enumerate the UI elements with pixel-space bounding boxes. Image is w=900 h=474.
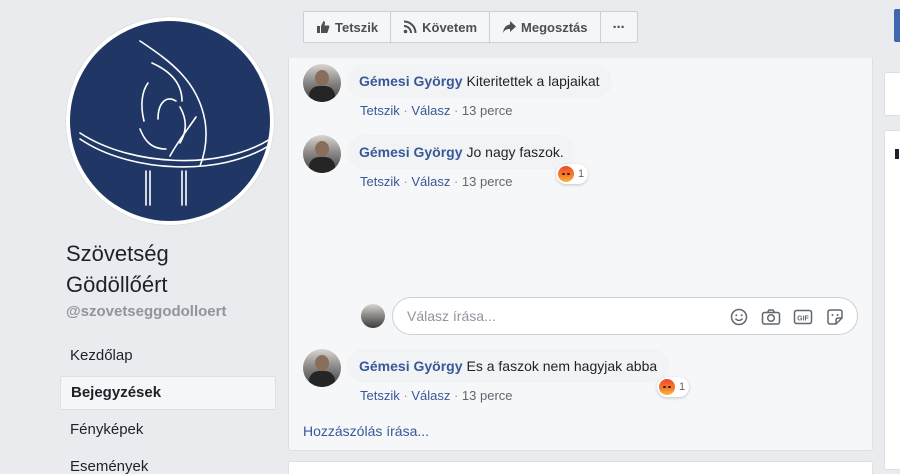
- nav-item-posts[interactable]: Bejegyzések: [60, 376, 276, 410]
- comment-timestamp[interactable]: 13 perce: [462, 388, 513, 403]
- comment-meta: Tetszik · Válasz · 13 perce: [360, 174, 513, 189]
- comment-reply-link[interactable]: Válasz: [411, 388, 450, 403]
- reply-placeholder: Válasz írása...: [407, 308, 496, 324]
- avatar: [361, 304, 385, 328]
- separator: ·: [453, 388, 462, 403]
- reaction-summary[interactable]: 1: [556, 164, 589, 184]
- svg-text:GIF: GIF: [797, 315, 809, 322]
- page-action-bar: Tetszik Követem Megosztás ···: [303, 11, 638, 43]
- comment-like-link[interactable]: Tetszik: [360, 174, 400, 189]
- comment-reply-link[interactable]: Válasz: [411, 103, 450, 118]
- comment-meta: Tetszik · Válasz · 13 perce: [360, 388, 513, 403]
- page-title-line-2: Gödöllőért: [66, 272, 168, 297]
- rss-icon: [403, 20, 417, 34]
- comment-like-link[interactable]: Tetszik: [360, 388, 400, 403]
- share-arrow-icon: [503, 21, 517, 33]
- comment-bubble: Gémesi György Jo nagy faszok.: [347, 135, 576, 169]
- comment-bubble: Gémesi György Es a faszok nem hagyjak abb…: [347, 349, 670, 383]
- reaction-summary[interactable]: 1: [657, 377, 690, 397]
- page-profile-picture[interactable]: [66, 17, 274, 225]
- reply-tools: GIF: [717, 307, 845, 327]
- right-column-info-card: [884, 130, 900, 470]
- next-post-card: [288, 461, 873, 474]
- nav-item-photos[interactable]: Fényképek: [60, 413, 276, 447]
- comment-text: Kiteritettek a lapjaikat: [466, 73, 600, 89]
- angry-reaction-icon: [558, 166, 574, 182]
- gif-icon[interactable]: GIF: [793, 307, 813, 327]
- comment-author[interactable]: Gémesi György: [359, 144, 463, 160]
- avatar[interactable]: [303, 349, 341, 387]
- reply-input[interactable]: Válasz írása... GIF: [392, 297, 858, 335]
- emoji-icon[interactable]: [729, 307, 749, 327]
- comment-meta: Tetszik · Válasz · 13 perce: [360, 103, 513, 118]
- comment-text: Jo nagy faszok.: [466, 144, 564, 160]
- card-heading-fragment: [895, 149, 899, 159]
- primary-action-button-edge[interactable]: [894, 9, 900, 42]
- follow-label: Követem: [422, 19, 478, 35]
- share-label: Megosztás: [521, 19, 588, 35]
- comment-author[interactable]: Gémesi György: [359, 358, 463, 374]
- follow-button[interactable]: Követem: [391, 12, 491, 42]
- comment-timestamp[interactable]: 13 perce: [462, 103, 513, 118]
- page-handle[interactable]: @szovetseggodolloert: [66, 303, 226, 320]
- logo-image: [70, 21, 270, 221]
- nav-item-home[interactable]: Kezdőlap: [60, 339, 276, 373]
- write-comment-link[interactable]: Hozzászólás írása...: [303, 423, 429, 439]
- share-button[interactable]: Megosztás: [490, 12, 601, 42]
- thumbs-up-icon: [317, 21, 330, 33]
- separator: ·: [453, 103, 462, 118]
- comment-reply-link[interactable]: Válasz: [411, 174, 450, 189]
- avatar[interactable]: [303, 135, 341, 173]
- more-options-button[interactable]: ···: [601, 12, 637, 42]
- reaction-count: 1: [679, 381, 686, 393]
- like-page-button[interactable]: Tetszik: [304, 12, 392, 42]
- camera-icon[interactable]: [761, 307, 781, 327]
- angry-reaction-icon: [659, 379, 675, 395]
- nav-item-events[interactable]: Események: [60, 450, 276, 474]
- page-nav: Kezdőlap Bejegyzések Fényképek Események: [60, 339, 276, 474]
- avatar[interactable]: [303, 64, 341, 102]
- separator: ·: [453, 174, 462, 189]
- page-title-line-1: Szövetség: [66, 241, 169, 266]
- sticker-icon[interactable]: [825, 307, 845, 327]
- comment-like-link[interactable]: Tetszik: [360, 103, 400, 118]
- like-page-label: Tetszik: [335, 19, 379, 35]
- right-column-search-card: [884, 72, 900, 116]
- reaction-count: 1: [578, 168, 585, 180]
- comment-author[interactable]: Gémesi György: [359, 73, 463, 89]
- page-title[interactable]: Szövetség Gödöllőért: [66, 238, 169, 300]
- comment-timestamp[interactable]: 13 perce: [462, 174, 513, 189]
- page-sidebar: Szövetség Gödöllőért @szovetseggodolloer…: [0, 0, 290, 474]
- comment-text: Es a faszok nem hagyjak abba: [466, 358, 658, 374]
- comment-bubble: Gémesi György Kiteritettek a lapjaikat: [347, 64, 612, 98]
